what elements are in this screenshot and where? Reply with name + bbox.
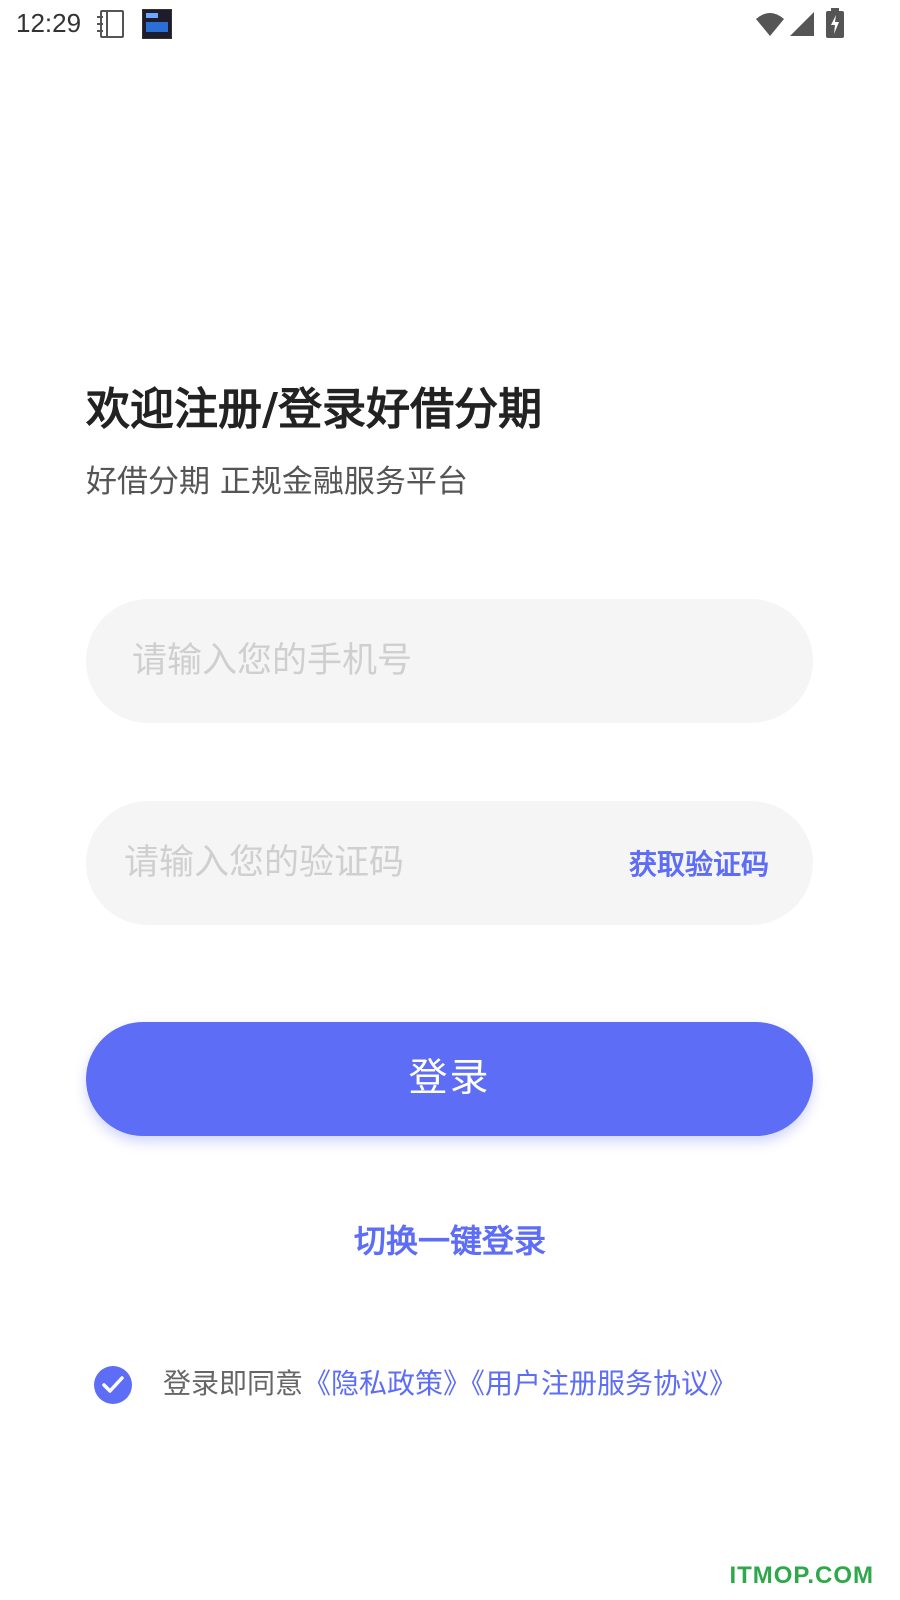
page-subtitle: 好借分期 正规金融服务平台: [86, 464, 468, 500]
verification-code-input[interactable]: [122, 801, 596, 925]
status-bar: 12:29: [0, 0, 900, 50]
battery-charging-icon: [826, 8, 844, 38]
agreement-text: 登录即同意《隐私政策》《用户注册服务协议》: [163, 1362, 737, 1406]
notification-book-icon: [97, 10, 124, 38]
phone-input[interactable]: [130, 599, 774, 723]
switch-one-click-login-link[interactable]: 切换一键登录: [0, 1216, 900, 1266]
agreement-prefix: 登录即同意: [163, 1367, 304, 1400]
status-time: 12:29: [16, 8, 82, 38]
check-icon: [102, 1376, 124, 1393]
login-button[interactable]: 登录: [86, 1022, 813, 1136]
terms-of-service-link[interactable]: 《用户注册服务协议》: [471, 1367, 737, 1400]
privacy-policy-link[interactable]: 《隐私政策》: [303, 1367, 471, 1400]
watermark-logo: ITMOP.COM: [729, 1562, 874, 1589]
verification-code-field[interactable]: 获取验证码: [86, 801, 813, 925]
agreement-checkbox[interactable]: [94, 1366, 132, 1404]
signal-icon: [790, 12, 814, 36]
page-title: 欢迎注册/登录好借分期: [86, 384, 543, 435]
phone-field[interactable]: [86, 599, 813, 723]
get-code-button[interactable]: 获取验证码: [629, 845, 769, 885]
wifi-icon: [756, 13, 784, 36]
notification-app-icon: [142, 9, 172, 39]
